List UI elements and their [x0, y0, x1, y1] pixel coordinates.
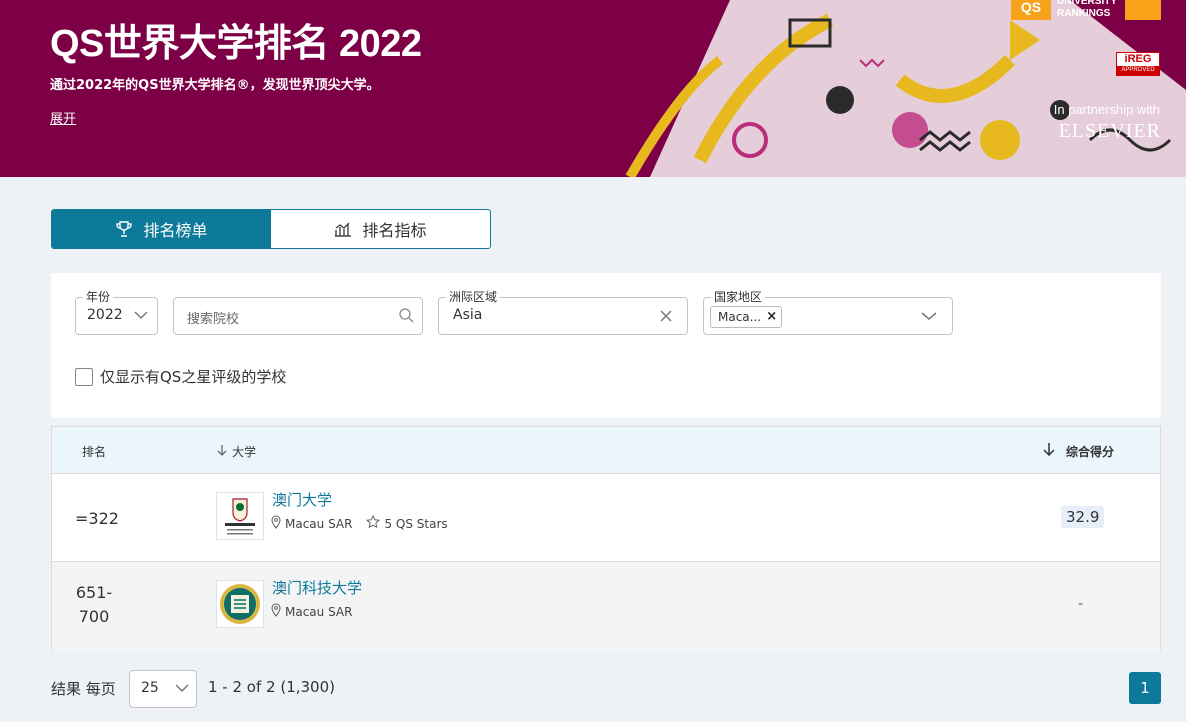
star-icon [366, 514, 381, 532]
page-button-1[interactable]: 1 [1129, 672, 1161, 704]
chevron-down-icon [920, 308, 938, 328]
year-value: 2022 [87, 307, 123, 323]
sort-arrow-icon [216, 444, 228, 460]
hero-illustration [625, 0, 1186, 177]
hero-banner: QS世界大学排名 2022 通过2022年的QS世界大学排名®，发现世界顶尖大学… [0, 0, 1186, 177]
qs-stars-text[interactable]: 5 QS Stars [384, 517, 447, 531]
table-row: 651- 700 澳门科技大学 Macau SAR - [52, 562, 1160, 650]
expand-link[interactable]: 展开 [50, 108, 76, 127]
column-header-score[interactable]: 综合得分 [1042, 442, 1114, 460]
university-meta: Macau SAR [270, 603, 352, 620]
stars-only-filter[interactable]: 仅显示有QS之星评级的学校 [75, 366, 286, 387]
overall-score: - [1078, 596, 1084, 612]
region-value: Asia [453, 307, 483, 323]
country-select[interactable]: 国家地区 Maca... × [703, 290, 953, 335]
rank-value: 651- 700 [75, 583, 113, 626]
clear-icon[interactable] [659, 308, 673, 327]
column-header-university[interactable]: 大学 [216, 443, 256, 460]
qs-logo-line1: UNIVERSITY [1057, 0, 1118, 7]
tab-label: 排名榜单 [143, 221, 208, 240]
per-page-select[interactable]: 25 [129, 670, 197, 708]
rank-value: =322 [75, 509, 119, 528]
elsevier-logo: ELSEVIER [1058, 120, 1161, 142]
university-meta: Macau SAR 5 QS Stars [270, 514, 448, 532]
per-page-value: 25 [141, 680, 159, 696]
tab-ranking-list[interactable]: 排名榜单 [52, 210, 271, 248]
university-logo[interactable] [216, 492, 264, 540]
rankings-table: 排名 大学 综合得分 =322 澳门大学 Macau SAR 5 QS Star… [51, 426, 1161, 650]
filter-panel: 年份 2022 搜索院校 洲际区域 Asia 国家地区 Maca... × 仅显… [51, 273, 1161, 418]
country-chip: Maca... × [710, 306, 783, 328]
university-name-link[interactable]: 澳门科技大学 [272, 577, 362, 598]
location-text: Macau SAR [285, 604, 353, 619]
search-input[interactable]: 搜索院校 [173, 297, 423, 335]
ireg-badge: iREG APPROVED [1116, 52, 1160, 76]
search-icon [398, 307, 414, 327]
table-header: 排名 大学 综合得分 [52, 427, 1160, 474]
region-label: 洲际区域 [446, 290, 501, 304]
qs-logo-bar [1125, 0, 1161, 20]
tab-label: 排名指标 [362, 221, 427, 240]
partner-text: In partnership with [1053, 102, 1160, 117]
column-header-rank[interactable]: 排名 [82, 443, 106, 460]
university-name-link[interactable]: 澳门大学 [272, 489, 332, 510]
trophy-icon [115, 220, 133, 238]
sort-arrow-icon [1042, 442, 1056, 460]
bar-chart-icon [334, 220, 352, 238]
qs-logo-line2: RANKINGS [1057, 8, 1111, 19]
table-row: =322 澳门大学 Macau SAR 5 QS Stars 32.9 [52, 474, 1160, 562]
qs-logo-mark: QS [1011, 0, 1051, 20]
qs-rankings-logo: QS UNIVERSITY RANKINGS [1011, 0, 1117, 20]
search-placeholder: 搜索院校 [187, 312, 240, 327]
chevron-down-icon [133, 307, 149, 327]
page-subtitle: 通过2022年的QS世界大学排名®，发现世界顶尖大学。 [50, 78, 380, 93]
chevron-down-icon [174, 680, 190, 700]
year-select[interactable]: 年份 2022 [75, 290, 158, 335]
university-logo[interactable] [216, 580, 264, 628]
page-title: QS世界大学排名 2022 [50, 23, 422, 65]
results-per-page-label: 结果 每页 [51, 680, 116, 698]
location-pin-icon [270, 603, 282, 620]
country-chip-label: Maca... [718, 310, 762, 324]
remove-chip-icon[interactable]: × [766, 307, 777, 327]
stars-only-label: 仅显示有QS之星评级的学校 [100, 368, 287, 386]
tab-ranking-indicators[interactable]: 排名指标 [271, 210, 490, 248]
location-pin-icon [270, 515, 282, 532]
overall-score: 32.9 [1061, 506, 1105, 528]
location-text: Macau SAR [285, 516, 353, 531]
results-range: 1 - 2 of 2 (1,300) [208, 678, 335, 696]
year-label: 年份 [83, 290, 114, 304]
stars-only-checkbox[interactable] [75, 367, 93, 386]
country-label: 国家地区 [711, 290, 766, 304]
region-select[interactable]: 洲际区域 Asia [438, 290, 688, 335]
view-tabs: 排名榜单 排名指标 [51, 209, 491, 249]
